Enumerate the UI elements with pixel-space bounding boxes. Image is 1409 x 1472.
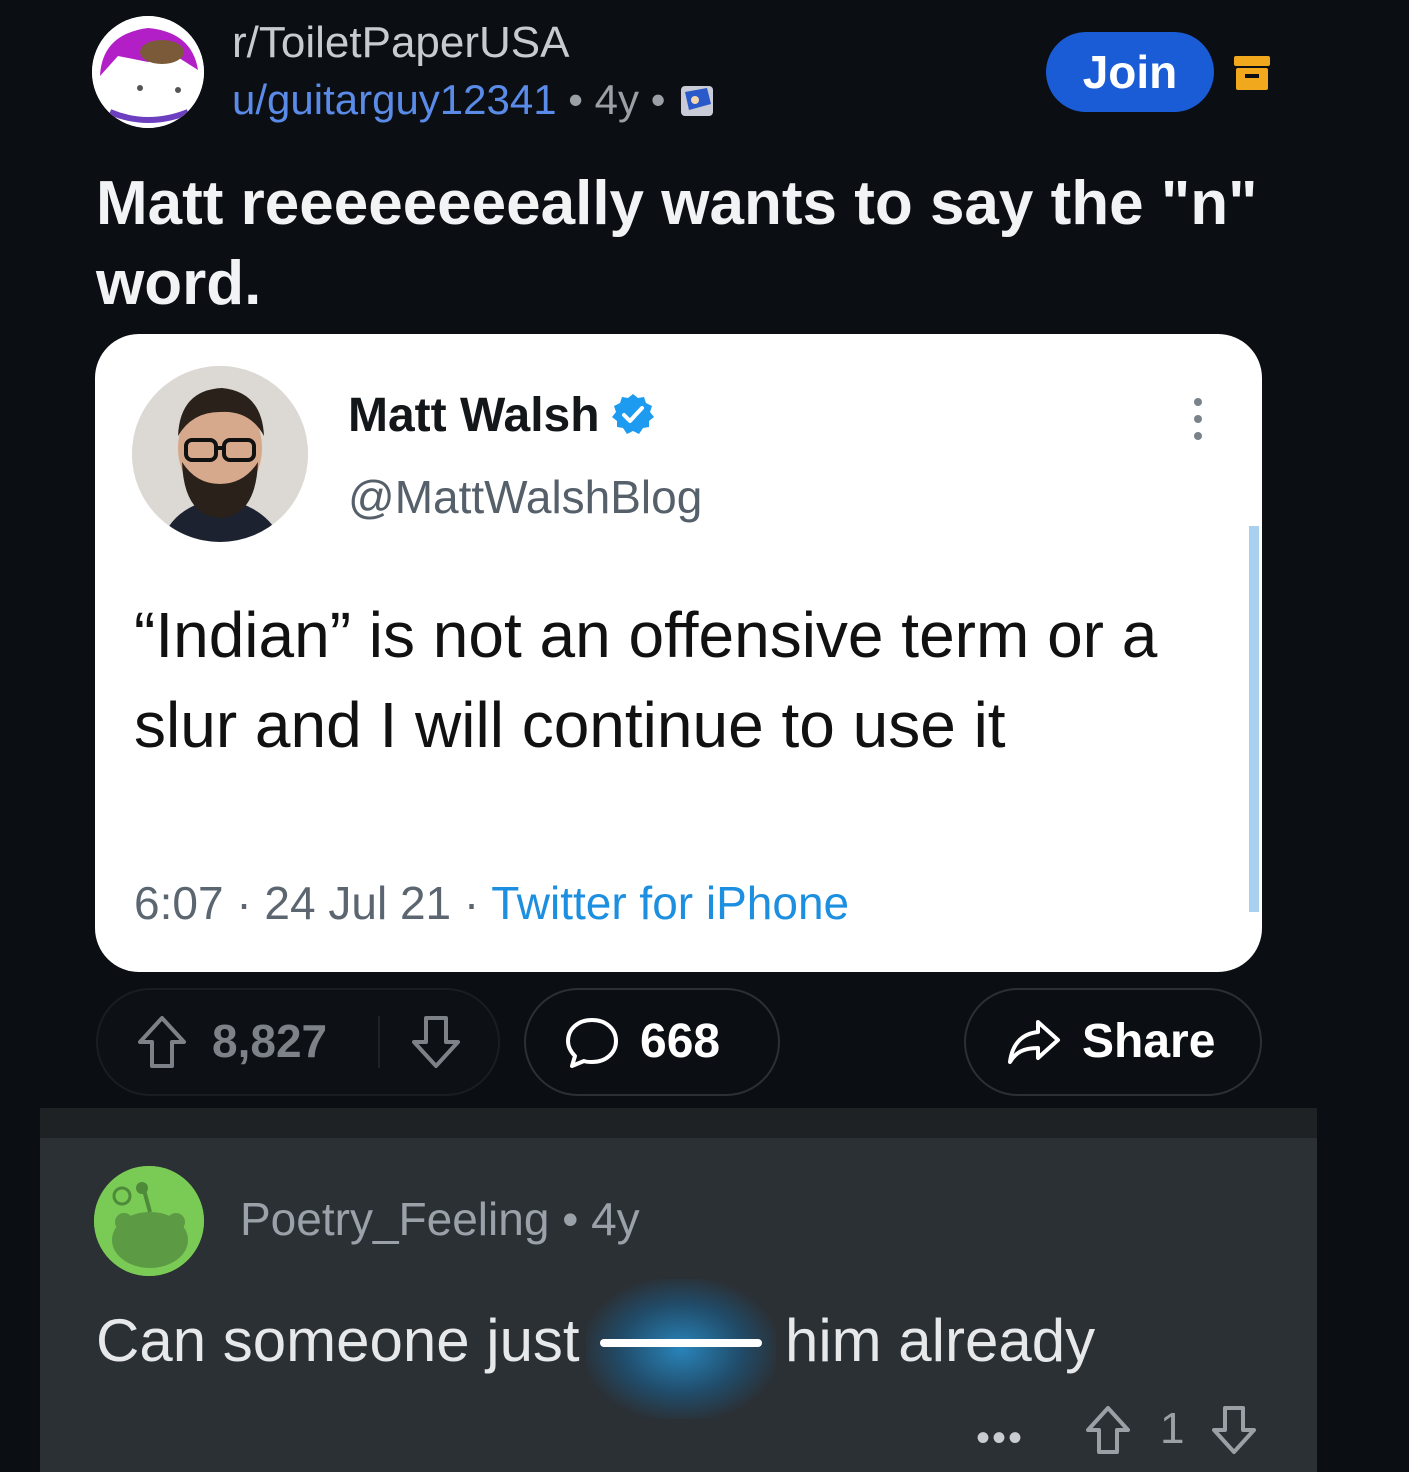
tweet-source: Twitter for iPhone (491, 877, 850, 929)
join-button[interactable]: Join (1046, 32, 1214, 112)
tweet-meta-dot: · (236, 877, 252, 929)
comment-downvote-icon[interactable] (1210, 1404, 1258, 1456)
user-flair-icon (681, 86, 714, 116)
comment-author[interactable]: Poetry_Feeling (240, 1193, 549, 1245)
post-age: 4y (594, 76, 640, 123)
commenter-avatar[interactable] (94, 1166, 204, 1276)
upvote-icon[interactable] (136, 1014, 188, 1070)
tweet-time: 6:07 (134, 877, 224, 929)
comment-meta: Poetry_Feeling • 4y (240, 1192, 640, 1246)
share-label: Share (1082, 1015, 1216, 1068)
comment-count: 668 (640, 1015, 721, 1068)
vote-divider (378, 1016, 380, 1068)
downvote-icon[interactable] (410, 1014, 462, 1070)
verified-badge-icon (610, 392, 656, 438)
comment-text-before: Can someone just (96, 1307, 580, 1374)
tweet-author-name: Matt Walsh (348, 389, 600, 442)
tweet-author-handle: @MattWalshBlog (348, 471, 703, 523)
comment-more-button[interactable]: ••• (976, 1416, 1024, 1461)
meta-separator: • (562, 1193, 579, 1245)
comment-panel-border (40, 1108, 1317, 1138)
tweet-date: 24 Jul 21 (264, 877, 452, 929)
comment-bubble-icon (564, 1016, 620, 1070)
tweet-avatar (132, 366, 308, 542)
subreddit-name[interactable]: r/ToiletPaperUSA (232, 18, 569, 68)
subreddit-avatar[interactable] (92, 16, 204, 128)
archived-icon (1232, 52, 1272, 92)
comment-text-after: him already (784, 1307, 1096, 1374)
meta-separator: • (568, 76, 583, 123)
meta-separator: • (650, 76, 666, 123)
share-arrow-icon (1006, 1018, 1062, 1066)
tweet-scroll-indicator (1249, 526, 1259, 912)
censored-word (586, 1279, 777, 1419)
tweet-text: “Indian” is not an offensive term or a s… (134, 599, 1158, 761)
comment-score: 1 (1160, 1404, 1185, 1453)
upvote-count: 8,827 (212, 1015, 328, 1067)
tweet-meta-dot: · (463, 877, 480, 929)
more-options-icon (1186, 396, 1210, 442)
comment-text: Can someone just him already (96, 1279, 1096, 1419)
tweet-meta: 6:07 · 24 Jul 21 · Twitter for iPhone (134, 876, 849, 930)
comment-age: 4y (591, 1193, 640, 1245)
comment-upvote-icon[interactable] (1084, 1404, 1132, 1456)
post-author[interactable]: u/guitarguy12341 (232, 76, 557, 123)
post-meta: u/guitarguy12341 • 4y • (232, 76, 717, 124)
post-title[interactable]: Matt reeeeeeeeally wants to say the "n" … (96, 164, 1276, 324)
subreddit-icon (92, 16, 204, 128)
